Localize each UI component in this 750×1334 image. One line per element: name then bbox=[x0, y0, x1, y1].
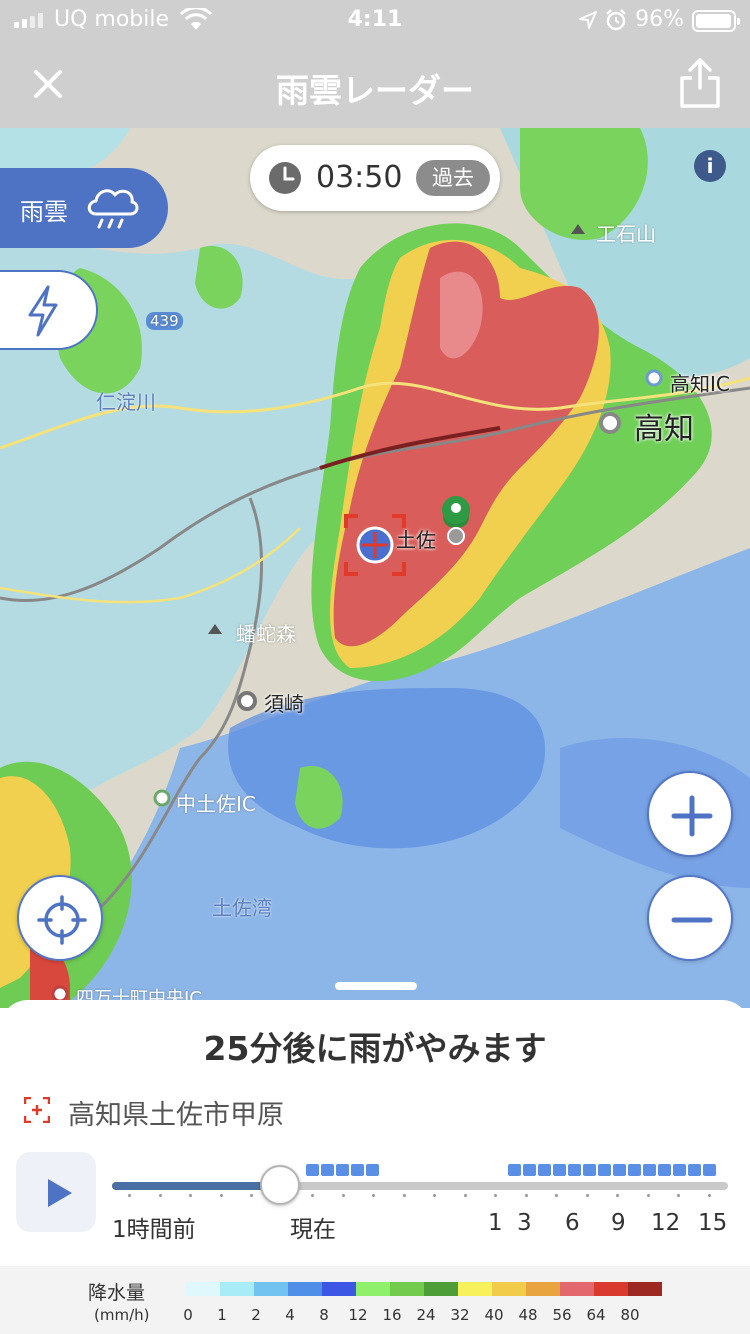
forecast-message: 25分後に雨がやみます bbox=[203, 1029, 547, 1068]
lightning-icon bbox=[28, 285, 58, 337]
timeline-label: 1 bbox=[488, 1210, 503, 1236]
radar-time: 03:50 bbox=[316, 160, 403, 195]
legend-swatch bbox=[628, 1282, 662, 1296]
zoom-in-button[interactable] bbox=[647, 771, 733, 857]
map-label-tosa: 土佐 bbox=[396, 528, 436, 552]
map-label-kochi: 高知 bbox=[634, 412, 694, 447]
map-label-nakatosa-ic: 中土佐IC bbox=[176, 792, 256, 816]
legend-swatch bbox=[594, 1282, 628, 1296]
legend-swatch bbox=[424, 1282, 458, 1296]
timeline-label: 12 bbox=[651, 1210, 681, 1236]
legend-swatch bbox=[288, 1282, 322, 1296]
timeline-label: 6 bbox=[565, 1210, 580, 1236]
map-label-mountain-kuishi: 工石山 bbox=[596, 222, 656, 246]
radar-map[interactable]: 土佐 高知 高知IC 須崎 中土佐IC 土佐湾 仁淀川 蟠蛇森 工石山 439 … bbox=[0, 128, 750, 1008]
page-title: 雨雲レーダー bbox=[276, 71, 474, 110]
tab-rain-cloud[interactable]: 雨雲 bbox=[0, 168, 168, 248]
legend-swatch bbox=[220, 1282, 254, 1296]
legend-values: 0 1 2 4 8 12 16 24 32 40 48 56 64 80 bbox=[168, 1306, 648, 1326]
battery-icon bbox=[692, 10, 740, 32]
map-label-mountain: 蟠蛇森 bbox=[236, 622, 296, 646]
location-target-small-icon bbox=[24, 1097, 50, 1123]
legend-swatch bbox=[458, 1282, 492, 1296]
map-label-niyodo-river: 仁淀川 bbox=[96, 390, 156, 414]
legend-swatch bbox=[492, 1282, 526, 1296]
timeline-label: 9 bbox=[611, 1210, 626, 1236]
map-label-tosa-bay: 土佐湾 bbox=[212, 896, 272, 920]
legend-value: 80 bbox=[620, 1306, 640, 1324]
legend-swatch bbox=[526, 1282, 560, 1296]
zoom-out-button[interactable] bbox=[647, 875, 733, 961]
tab-lightning[interactable] bbox=[0, 270, 98, 350]
past-badge: 過去 bbox=[416, 160, 490, 196]
legend-swatch bbox=[186, 1282, 220, 1296]
alarm-icon bbox=[606, 9, 626, 31]
timeline-label: 3 bbox=[517, 1210, 532, 1236]
timeline-label: 1時間前 bbox=[112, 1217, 196, 1243]
timeline-label: 現在 bbox=[290, 1217, 336, 1243]
minus-icon bbox=[671, 917, 713, 923]
map-label-susaki: 須崎 bbox=[264, 692, 304, 716]
precipitation-legend: 降水量 (mm/h) 0 1 2 4 8 12 16 24 32 40 48 56 64 80 bbox=[0, 1266, 750, 1334]
legend-swatch bbox=[560, 1282, 594, 1296]
header-bar: 雨雲レーダー bbox=[0, 40, 750, 128]
forecast-sheet: 25分後に雨がやみます 高知県土佐市甲原 1時間前 現在 1 3 6 9 12 … bbox=[0, 1000, 750, 1334]
legend-swatch bbox=[390, 1282, 424, 1296]
legend-unit: (mm/h) bbox=[94, 1306, 150, 1324]
legend-swatch bbox=[322, 1282, 356, 1296]
legend-swatch bbox=[356, 1282, 390, 1296]
timeline-dots bbox=[112, 1194, 728, 1200]
legend-title: 降水量 bbox=[88, 1282, 146, 1304]
rain-cloud-icon bbox=[87, 189, 139, 229]
status-bar: UQ mobile 4:11 96% bbox=[0, 0, 750, 40]
timeline-thumb[interactable] bbox=[260, 1165, 300, 1205]
route-number-badge: 439 bbox=[146, 312, 183, 330]
location-arrow-icon bbox=[579, 11, 597, 29]
legend-color-scale bbox=[186, 1282, 662, 1296]
clock-icon bbox=[269, 162, 301, 194]
location-name: 高知県土佐市甲原 bbox=[68, 1100, 284, 1131]
play-button[interactable] bbox=[16, 1152, 96, 1232]
timeline-progress bbox=[112, 1182, 280, 1190]
battery-percent: 96% bbox=[635, 7, 684, 32]
current-location-button[interactable] bbox=[17, 875, 103, 961]
time-indicator[interactable]: 03:50 過去 bbox=[250, 145, 500, 211]
crosshair-icon bbox=[37, 895, 87, 945]
tab-rain-cloud-label: 雨雲 bbox=[20, 198, 68, 226]
play-icon bbox=[48, 1179, 72, 1207]
timeline-label: 15 bbox=[698, 1210, 728, 1236]
timeline-slider[interactable] bbox=[112, 1182, 728, 1190]
map-label-kochi-ic: 高知IC bbox=[670, 372, 730, 396]
sheet-drag-handle[interactable] bbox=[335, 982, 417, 990]
info-icon[interactable]: i bbox=[694, 150, 726, 182]
share-icon[interactable] bbox=[676, 56, 724, 110]
legend-swatch bbox=[254, 1282, 288, 1296]
plus-icon bbox=[671, 795, 713, 837]
